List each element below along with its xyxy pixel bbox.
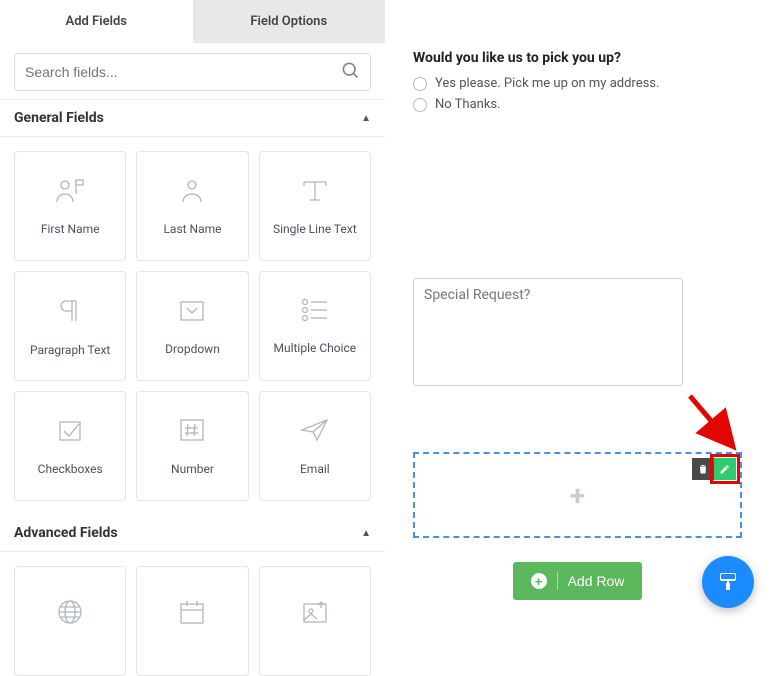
field-label: Single Line Text	[273, 222, 357, 236]
search-box[interactable]	[14, 53, 371, 91]
field-image[interactable]	[259, 566, 371, 676]
add-row-button[interactable]: + Add Row	[513, 562, 643, 600]
collapse-icon: ▲	[361, 528, 371, 539]
field-label: Multiple Choice	[273, 341, 356, 355]
field-label: Last Name	[163, 222, 221, 236]
field-number[interactable]: Number	[136, 391, 248, 501]
radio-label: No Thanks.	[435, 97, 501, 112]
section-title: General Fields	[14, 110, 104, 126]
section-general-fields[interactable]: General Fields ▲	[0, 100, 385, 137]
advanced-fields-grid	[0, 552, 385, 676]
calendar-icon	[177, 598, 207, 630]
field-multiple-choice[interactable]: Multiple Choice	[259, 271, 371, 381]
delete-row-button[interactable]	[692, 458, 714, 480]
row-dropzone[interactable]: +	[413, 452, 742, 538]
tab-add-fields[interactable]: Add Fields	[0, 0, 193, 43]
question-title: Would you like us to pick you up?	[413, 50, 742, 66]
fab-button[interactable]	[702, 556, 754, 608]
field-email[interactable]: Email	[259, 391, 371, 501]
hash-icon	[177, 416, 207, 448]
field-website[interactable]	[14, 566, 126, 676]
dropdown-icon	[177, 296, 207, 328]
section-advanced-fields[interactable]: Advanced Fields ▲	[0, 515, 385, 552]
person-icon	[177, 176, 207, 208]
field-date[interactable]	[136, 566, 248, 676]
fields-panel: Add Fields Field Options General Fields …	[0, 0, 385, 624]
search-icon	[340, 60, 360, 84]
tab-field-options[interactable]: Field Options	[193, 0, 386, 43]
add-row-label: Add Row	[568, 573, 625, 589]
radio-option[interactable]: Yes please. Pick me up on my address.	[413, 76, 742, 91]
search-input[interactable]	[25, 64, 340, 80]
annotation-arrow	[680, 388, 750, 458]
field-label: Number	[171, 462, 214, 476]
field-last-name[interactable]: Last Name	[136, 151, 248, 261]
field-label: First Name	[41, 222, 100, 236]
plus-icon: +	[570, 479, 585, 512]
general-fields-grid: First Name Last Name Si	[0, 137, 385, 515]
edit-row-button[interactable]	[714, 458, 736, 480]
field-first-name[interactable]: First Name	[14, 151, 126, 261]
image-upload-icon	[300, 598, 330, 630]
panel-tabs: Add Fields Field Options	[0, 0, 385, 43]
field-checkboxes[interactable]: Checkboxes	[14, 391, 126, 501]
section-title: Advanced Fields	[14, 525, 118, 541]
radio-icon	[413, 77, 427, 91]
globe-icon	[55, 597, 85, 631]
field-single-line-text[interactable]: Single Line Text	[259, 151, 371, 261]
radio-icon	[413, 98, 427, 112]
field-paragraph-text[interactable]: Paragraph Text	[14, 271, 126, 381]
text-t-icon	[298, 176, 332, 208]
checkbox-icon	[55, 416, 85, 448]
special-request-textarea[interactable]	[413, 278, 683, 386]
paint-roller-icon	[716, 570, 740, 594]
person-flag-icon	[53, 176, 87, 208]
plus-circle-icon: +	[531, 573, 547, 589]
form-canvas: Would you like us to pick you up? Yes pl…	[385, 0, 770, 624]
field-label: Dropdown	[165, 342, 220, 356]
radio-list-icon	[300, 297, 330, 327]
field-dropdown[interactable]: Dropdown	[136, 271, 248, 381]
collapse-icon: ▲	[361, 113, 371, 124]
divider	[557, 572, 558, 590]
field-label: Checkboxes	[38, 462, 103, 476]
radio-option[interactable]: No Thanks.	[413, 97, 742, 112]
paper-plane-icon	[299, 416, 331, 448]
field-label: Paragraph Text	[30, 343, 110, 357]
radio-label: Yes please. Pick me up on my address.	[435, 76, 659, 91]
pilcrow-icon	[56, 295, 84, 329]
field-label: Email	[300, 462, 330, 476]
